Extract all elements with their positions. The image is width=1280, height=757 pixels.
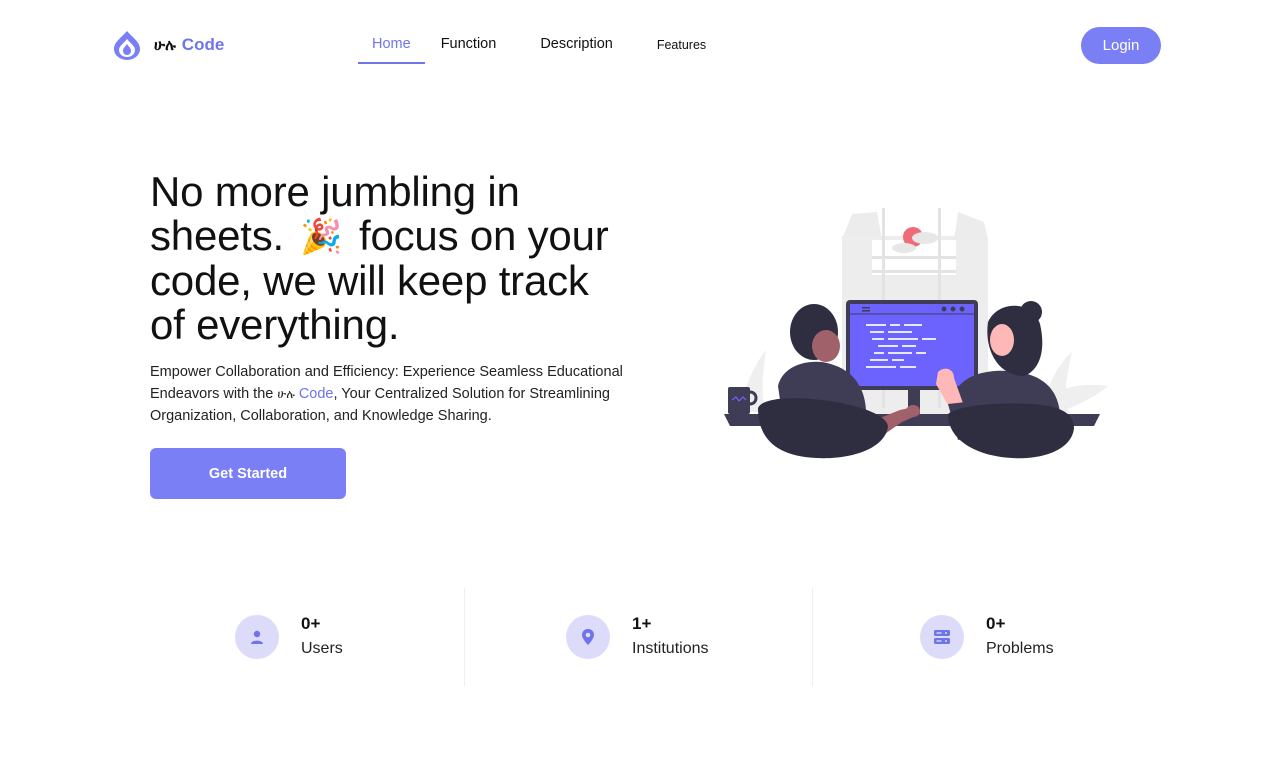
nav-link-features[interactable]: Features [635,28,720,64]
nav-link-function[interactable]: Function [426,28,519,64]
hero-title: No more jumbling in sheets. 🎉 focus on y… [150,170,670,347]
server-icon [934,630,950,644]
coding-together-illustration [724,208,1108,459]
location-icon-circle [566,615,610,659]
stat-users-label: Users [301,640,343,657]
hero-desc-code: Code [298,386,334,402]
stats-bar: 0+ Users 1+ Institutions 0+ Problems [150,588,1140,686]
location-pin-icon [582,629,594,645]
flame-logo-icon [114,31,140,60]
user-icon-circle [235,615,279,659]
stat-problems-value: 0+ [986,614,1006,633]
hero-title-line4: of everything. [150,301,400,348]
stat-divider [464,588,465,686]
nav-link-description[interactable]: Description [518,28,635,64]
stat-divider [812,588,813,686]
stat-problems-label: Problems [986,640,1054,657]
brand[interactable]: ሁሉ Code [112,30,224,60]
hero-title-line1: No more jumbling in [150,168,520,215]
hero-description: Empower Collaboration and Efficiency: Ex… [150,361,640,427]
user-icon [251,630,263,644]
hero-desc-script: ሁሉ [277,387,295,401]
stat-problems: 0+ Problems [920,588,1054,686]
stat-users-value: 0+ [301,614,321,633]
top-navbar: ሁሉ Code Home Function Description Featur… [0,0,1280,90]
nav-link-home[interactable]: Home [358,28,425,64]
stat-institutions-label: Institutions [632,640,709,657]
get-started-button[interactable]: Get Started [150,448,346,499]
login-button[interactable]: Login [1081,27,1161,64]
stat-institutions-value: 1+ [632,614,652,633]
server-icon-circle [920,615,964,659]
stat-users: 0+ Users [235,588,343,686]
party-popper-icon: 🎉 [300,217,343,257]
nav-links: Home Function Description Features [358,28,720,64]
brand-script: ሁሉ [154,36,176,54]
hero-title-line2a: sheets. [150,212,285,259]
hero-title-line2b: focus on your [358,212,609,259]
hero-title-line3: code, we will keep track [150,257,589,304]
brand-code: Code [181,35,225,54]
stat-institutions: 1+ Institutions [566,588,708,686]
